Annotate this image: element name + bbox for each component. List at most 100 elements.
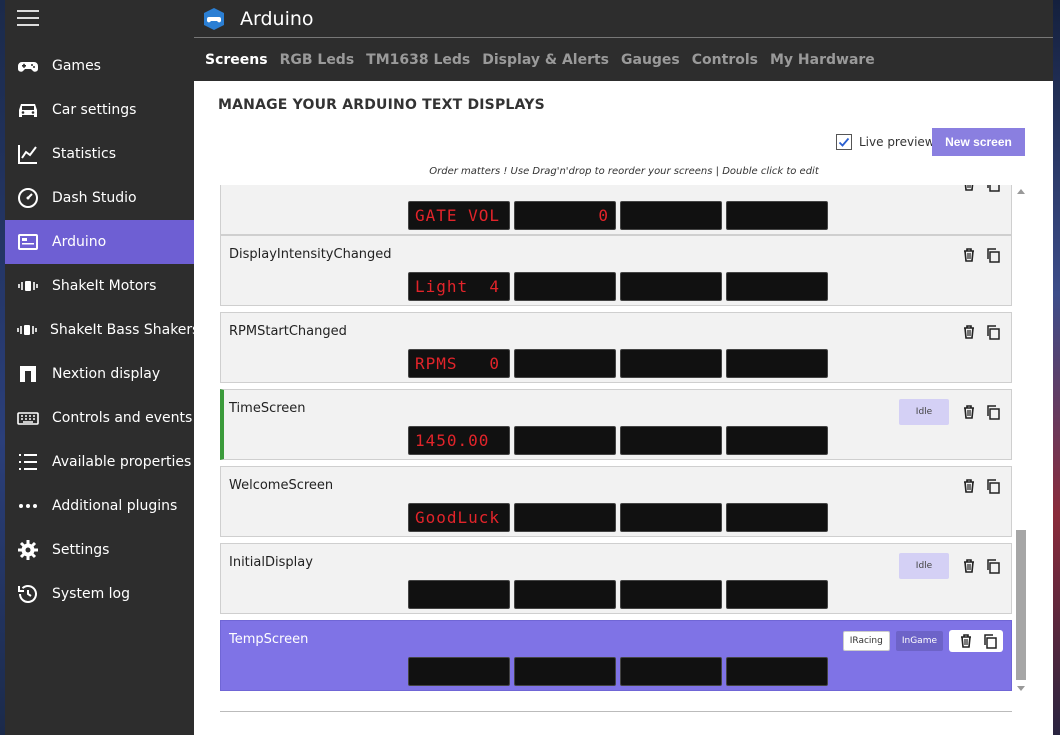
sidebar-item-system-log[interactable]: System log — [5, 572, 194, 616]
segment-displays: GATE VOL 0 — [408, 201, 832, 230]
tab-my-hardware[interactable]: My Hardware — [770, 52, 875, 68]
screen-actions: Idle — [899, 553, 1003, 579]
segment-display — [620, 657, 722, 686]
sidebar-item-dash-studio[interactable]: Dash Studio — [5, 176, 194, 220]
duplicate-icon[interactable] — [983, 245, 1003, 265]
screen-actions — [955, 185, 1003, 194]
scrollbar[interactable] — [1014, 185, 1028, 695]
screen-card[interactable]: TimeScreen 1450.00 Idle — [220, 389, 1012, 460]
history-icon — [15, 581, 41, 607]
screen-card[interactable]: DisplayIntensityChanged Light 4 — [220, 235, 1012, 306]
scrollbar-thumb[interactable] — [1016, 530, 1026, 680]
tab-rgb-leds[interactable]: RGB Leds — [280, 52, 355, 68]
sidebar-item-label: Dash Studio — [52, 190, 137, 206]
list-bottom-divider — [220, 711, 1012, 712]
screens-list: GATE VOL 0 DisplayIntensityChanged Light 4… — [220, 185, 1012, 695]
gamepad-icon — [15, 53, 41, 79]
segment-display — [726, 657, 828, 686]
delete-icon[interactable] — [956, 631, 976, 651]
delete-icon[interactable] — [959, 245, 979, 265]
sidebar-item-controls-and-events[interactable]: Controls and events — [5, 396, 194, 440]
new-screen-button[interactable]: New screen — [932, 128, 1025, 156]
segment-displays: RPMS 0 — [408, 349, 832, 378]
sidebar-item-games[interactable]: Games — [5, 44, 194, 88]
hamburger-menu-icon[interactable] — [17, 10, 39, 28]
duplicate-icon[interactable] — [983, 322, 1003, 342]
screen-actions: IRacing InGame — [842, 630, 1003, 652]
delete-icon[interactable] — [959, 185, 979, 194]
sidebar-item-label: System log — [52, 586, 130, 602]
tab-controls[interactable]: Controls — [692, 52, 758, 68]
delete-icon[interactable] — [959, 556, 979, 576]
condition-tag[interactable]: Idle — [899, 399, 949, 425]
segment-display: 1450.00 — [408, 426, 510, 455]
delete-icon[interactable] — [959, 476, 979, 496]
sidebar-item-settings[interactable]: Settings — [5, 528, 194, 572]
segment-display — [620, 349, 722, 378]
segment-display — [408, 580, 510, 609]
sidebar-item-label: Settings — [52, 542, 110, 558]
sidebar-item-shakeit-motors[interactable]: ShakeIt Motors — [5, 264, 194, 308]
tab-tm1638-leds[interactable]: TM1638 Leds — [366, 52, 470, 68]
delete-icon[interactable] — [959, 402, 979, 422]
sidebar-item-statistics[interactable]: Statistics — [5, 132, 194, 176]
condition-tag[interactable]: InGame — [895, 631, 943, 651]
tab-bar: Screens RGB Leds TM1638 Leds Display & A… — [194, 38, 1053, 81]
segment-display — [514, 580, 616, 609]
sidebar-item-shakeit-bass-shakers[interactable]: ShakeIt Bass Shakers — [5, 308, 199, 352]
tab-gauges[interactable]: Gauges — [621, 52, 680, 68]
screen-name: InitialDisplay — [229, 555, 313, 570]
segment-display — [726, 580, 828, 609]
condition-tag[interactable]: Idle — [899, 553, 949, 579]
sidebar-item-label: Available properties — [52, 454, 192, 470]
arduino-board-icon — [15, 229, 41, 255]
duplicate-icon[interactable] — [983, 185, 1003, 194]
live-preview-checkbox[interactable] — [836, 134, 852, 150]
delete-icon[interactable] — [959, 322, 979, 342]
segment-displays — [408, 580, 832, 609]
segment-display — [408, 657, 510, 686]
condition-tag[interactable]: IRacing — [842, 631, 890, 651]
live-preview-toggle[interactable]: Live preview — [836, 134, 935, 150]
segment-display: GoodLuck — [408, 503, 510, 532]
nextion-icon — [15, 361, 41, 387]
keyboard-icon — [15, 405, 41, 431]
screen-card[interactable]: TempScreen IRacing InGame — [220, 620, 1012, 691]
screen-card[interactable]: RPMStartChanged RPMS 0 — [220, 312, 1012, 383]
vibration-icon — [15, 273, 41, 299]
segment-display — [726, 201, 828, 230]
segment-displays — [408, 657, 832, 686]
live-preview-label: Live preview — [859, 135, 935, 149]
sidebar-item-additional-plugins[interactable]: Additional plugins — [5, 484, 194, 528]
sidebar-item-label: Statistics — [52, 146, 116, 162]
duplicate-icon[interactable] — [983, 476, 1003, 496]
sidebar-item-label: Nextion display — [52, 366, 161, 382]
screen-actions — [955, 322, 1003, 342]
duplicate-icon[interactable] — [980, 631, 1000, 651]
list-icon — [15, 449, 41, 475]
sidebar-item-car-settings[interactable]: Car settings — [5, 88, 194, 132]
screen-card[interactable]: GATE VOL 0 — [220, 185, 1012, 235]
segment-displays: GoodLuck — [408, 503, 832, 532]
screen-card[interactable]: WelcomeScreen GoodLuck — [220, 466, 1012, 537]
screen-name: TimeScreen — [229, 401, 306, 416]
sidebar-item-arduino[interactable]: Arduino — [5, 220, 194, 264]
segment-display — [726, 426, 828, 455]
duplicate-icon[interactable] — [983, 556, 1003, 576]
sidebar-item-label: ShakeIt Bass Shakers — [50, 322, 200, 338]
segment-display: 0 — [514, 201, 616, 230]
sidebar-nav: Games Car settings Statistics Dash Studi… — [5, 44, 199, 616]
screen-card[interactable]: InitialDisplay Idle — [220, 543, 1012, 614]
tab-screens[interactable]: Screens — [205, 52, 268, 68]
sidebar-item-available-properties[interactable]: Available properties — [5, 440, 194, 484]
segment-display — [620, 426, 722, 455]
app-header: Arduino — [194, 0, 1053, 37]
tab-display-alerts[interactable]: Display & Alerts — [482, 52, 609, 68]
duplicate-icon[interactable] — [983, 402, 1003, 422]
scroll-down-icon[interactable] — [1016, 683, 1026, 693]
segment-display: RPMS 0 — [408, 349, 510, 378]
background-window-edge-right — [1053, 0, 1060, 735]
scroll-up-icon[interactable] — [1016, 187, 1026, 197]
segment-display — [514, 657, 616, 686]
sidebar-item-nextion-display[interactable]: Nextion display — [5, 352, 194, 396]
